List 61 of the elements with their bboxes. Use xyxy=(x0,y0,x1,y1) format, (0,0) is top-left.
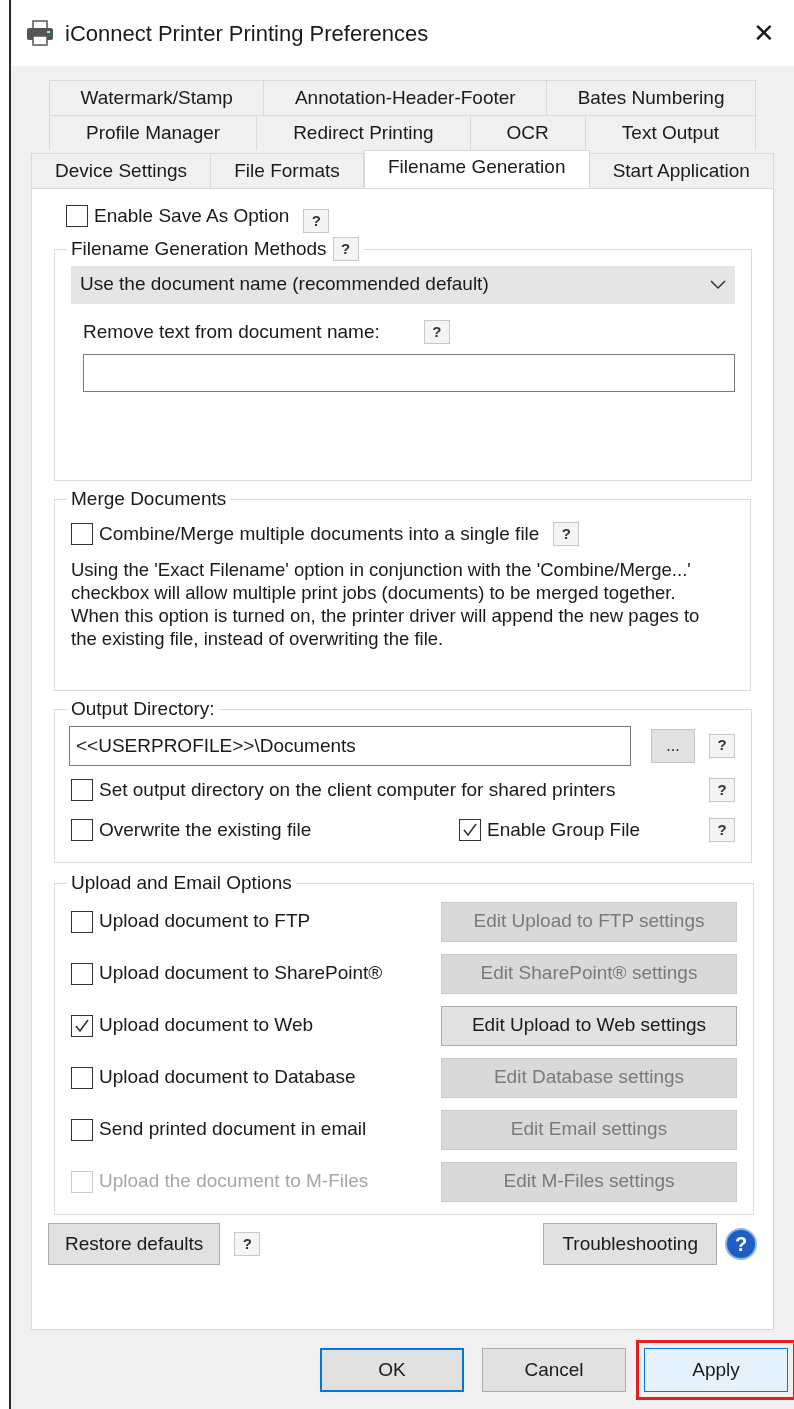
printer-icon xyxy=(25,18,55,48)
tab[interactable]: OCR xyxy=(470,115,586,150)
help-button[interactable]: ? xyxy=(423,319,450,344)
tab[interactable]: Annotation-Header-Footer xyxy=(264,80,548,115)
input-field[interactable] xyxy=(83,354,735,392)
help-button[interactable]: ? xyxy=(709,733,735,758)
tab[interactable]: Watermark/Stamp xyxy=(49,80,265,115)
checkbox[interactable] xyxy=(71,1118,93,1141)
tab[interactable]: Device Settings xyxy=(31,153,212,188)
troubleshooting-button[interactable]: Troubleshooting xyxy=(543,1223,717,1265)
checkbox-label: Upload document to Web xyxy=(99,1013,314,1038)
field-label: Remove text from document name: xyxy=(83,319,380,344)
checkbox-label: Upload document to FTP xyxy=(99,909,311,934)
checkbox-label: Send printed document in email xyxy=(99,1117,367,1142)
checkbox-label: Enable Save As Option xyxy=(94,203,290,228)
window-title: iConnect Printer Printing Preferences xyxy=(65,19,430,48)
tab[interactable]: File Formats xyxy=(211,153,364,188)
description-text: Using the 'Exact Filename' option in conjunction with the 'Combine/Merge...' checkbox will allow multiple print jobs (documents) to be merged together. When this option is turned on, the printer driver will append the new pages to the existing file, instead of overwriting the file. xyxy=(71,558,701,650)
tab[interactable]: Bates Numbering xyxy=(547,80,756,115)
chevron-icon xyxy=(710,279,726,290)
help-button[interactable]: ? xyxy=(332,237,359,262)
group-title: Upload and Email Options xyxy=(71,871,292,895)
checkbox-label: Set output directory on the client computer for shared printers xyxy=(99,777,616,802)
checkbox-label: Upload document to SharePoint® xyxy=(99,961,383,986)
close-button[interactable]: ✕ xyxy=(744,13,784,53)
dropdown[interactable]: Use the document name (recommended default) xyxy=(71,265,735,304)
tab[interactable]: Start Application xyxy=(589,153,775,188)
help-button[interactable]: ? xyxy=(303,209,330,233)
help-button[interactable]: ? xyxy=(725,1228,757,1260)
checkbox-label: Enable Group File xyxy=(487,818,641,842)
checkbox[interactable] xyxy=(71,910,93,933)
browse-button[interactable]: ... xyxy=(651,728,695,763)
checkbox[interactable] xyxy=(71,962,93,985)
help-button[interactable]: ? xyxy=(709,818,735,843)
checkbox[interactable] xyxy=(71,522,93,545)
settings-button[interactable]: Edit Upload to Web settings xyxy=(441,1005,737,1046)
restore-defaults-button[interactable]: Restore defaults xyxy=(48,1223,221,1265)
tab[interactable]: Profile Manager xyxy=(49,115,258,150)
dialog-button[interactable]: Cancel xyxy=(482,1348,626,1392)
checkbox[interactable] xyxy=(71,1066,93,1089)
dialog-button[interactable]: OK xyxy=(320,1348,464,1392)
checkbox[interactable] xyxy=(71,778,93,801)
checkbox[interactable] xyxy=(66,205,88,227)
checkbox-label: Overwrite the existing file xyxy=(99,818,312,842)
checkbox[interactable] xyxy=(459,819,481,842)
checkbox-label: Combine/Merge multiple documents into a single file xyxy=(99,521,540,546)
help-button[interactable]: ? xyxy=(553,521,580,546)
checkbox[interactable] xyxy=(71,1014,93,1037)
tab[interactable]: Filename Generation xyxy=(363,150,590,188)
group-title: Merge Documents xyxy=(71,487,227,511)
help-button[interactable]: ? xyxy=(234,1232,261,1256)
checkbox-label: Upload the document to M-Files xyxy=(99,1169,369,1194)
checkbox-label: Upload document to Database xyxy=(99,1065,356,1090)
path-field[interactable]: <<USERPROFILE>>\Documents xyxy=(69,725,631,766)
tab[interactable]: Text Output xyxy=(585,115,756,150)
dialog-button[interactable]: Apply xyxy=(644,1348,788,1392)
tab[interactable]: Redirect Printing xyxy=(257,115,471,150)
checkbox[interactable] xyxy=(71,819,93,842)
group-title: Filename Generation Methods xyxy=(71,237,327,261)
group-title: Output Directory: xyxy=(71,697,215,721)
help-button[interactable]: ? xyxy=(709,777,735,802)
